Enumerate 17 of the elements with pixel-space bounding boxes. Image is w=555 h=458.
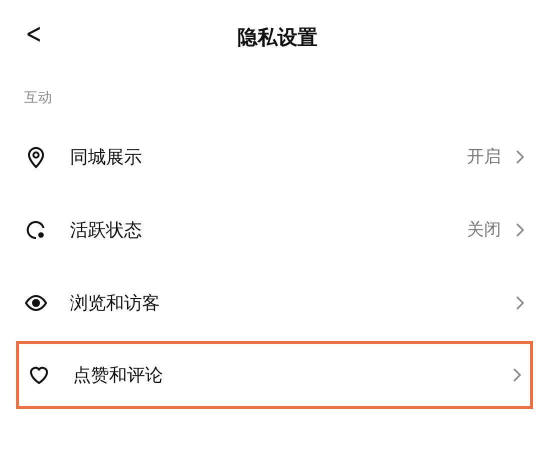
page-title: 隐私设置	[238, 24, 318, 51]
settings-row[interactable]: 同城展示 开启	[0, 120, 555, 193]
highlighted-settings-row[interactable]: 点赞和评论	[16, 341, 533, 409]
settings-row[interactable]: 活跃状态 关闭	[0, 193, 555, 266]
chevron-right-icon	[512, 367, 522, 383]
setting-value: 开启	[467, 146, 501, 168]
setting-label: 点赞和评论	[73, 364, 164, 387]
back-button[interactable]: <	[26, 20, 42, 48]
chevron-right-icon	[515, 148, 525, 164]
chevron-right-icon	[515, 294, 525, 310]
setting-value: 关闭	[467, 219, 501, 241]
chevron-right-icon	[515, 222, 525, 238]
section-label: 互动	[24, 88, 52, 106]
setting-label: 活跃状态	[70, 218, 143, 242]
settings-row[interactable]: 浏览和访客	[0, 266, 555, 339]
setting-label: 浏览和访客	[70, 292, 161, 314]
setting-label: 同城展示	[70, 146, 143, 168]
